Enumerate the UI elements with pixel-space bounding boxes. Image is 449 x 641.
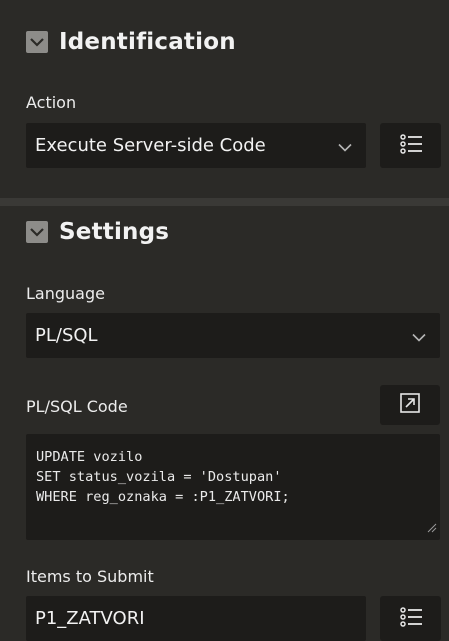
- action-label: Action: [26, 93, 77, 112]
- language-value: PL/SQL: [35, 325, 98, 346]
- chevron-down-icon: [338, 136, 352, 155]
- action-value: Execute Server-side Code: [35, 135, 266, 156]
- expand-code-editor-button[interactable]: [380, 385, 440, 425]
- identification-header[interactable]: Identification: [26, 25, 236, 59]
- resize-grip-icon[interactable]: [427, 518, 437, 537]
- plsql-code-label: PL/SQL Code: [26, 397, 128, 416]
- action-select[interactable]: Execute Server-side Code: [26, 123, 366, 168]
- code-line: UPDATE vozilo: [36, 449, 143, 465]
- settings-title: Settings: [59, 219, 170, 245]
- items-to-submit-label: Items to Submit: [26, 567, 154, 586]
- chevron-down-icon: [412, 326, 426, 345]
- chevron-down-icon[interactable]: [26, 221, 48, 243]
- action-list-button[interactable]: [380, 123, 441, 168]
- chevron-down-icon[interactable]: [26, 31, 48, 53]
- section-divider: [0, 198, 449, 206]
- language-label: Language: [26, 284, 105, 303]
- list-icon: [399, 606, 423, 632]
- expand-editor-icon: [399, 392, 421, 418]
- identification-title: Identification: [59, 29, 236, 55]
- code-line: SET status_vozila = 'Dostupan': [36, 469, 282, 485]
- items-list-button[interactable]: [380, 596, 441, 641]
- settings-header[interactable]: Settings: [26, 215, 169, 249]
- items-to-submit-input[interactable]: P1_ZATVORI: [26, 596, 366, 641]
- list-icon: [399, 133, 423, 159]
- code-line: WHERE reg_oznaka = :P1_ZATVORI;: [36, 489, 290, 505]
- language-select[interactable]: PL/SQL: [26, 313, 440, 358]
- items-to-submit-value: P1_ZATVORI: [35, 608, 145, 629]
- plsql-code-editor[interactable]: UPDATE vozilo SET status_vozila = 'Dostu…: [26, 434, 440, 540]
